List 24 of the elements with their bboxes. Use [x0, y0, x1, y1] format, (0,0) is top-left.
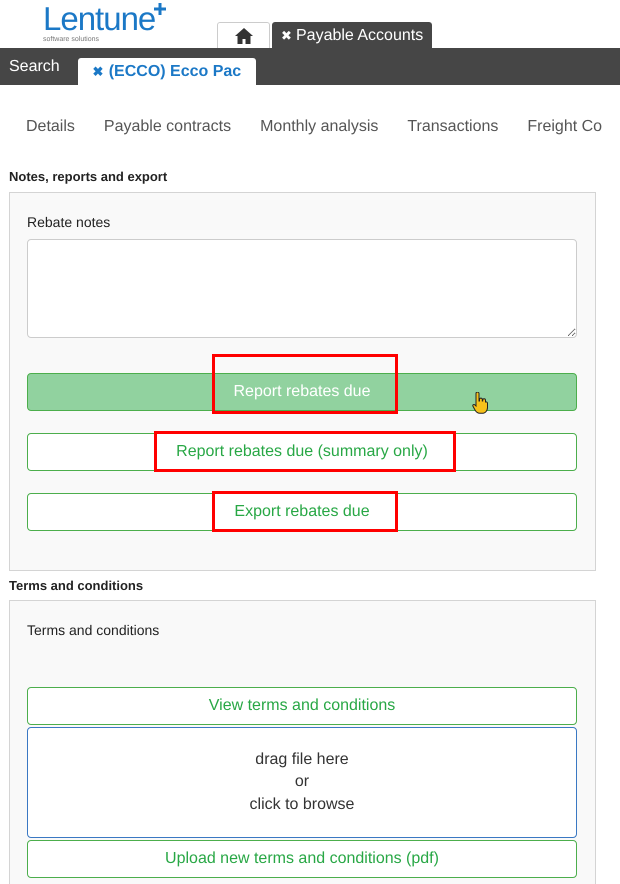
nav-link[interactable]: Monthly analysis	[260, 115, 378, 167]
drop-zone-text: drag file here	[255, 750, 349, 770]
section-heading: Terms and conditions	[9, 576, 144, 594]
home-tab[interactable]	[217, 22, 270, 48]
plus-icon	[154, 3, 166, 15]
close-icon[interactable]: ✖	[92, 62, 104, 82]
field-label: Rebate notes	[27, 212, 112, 232]
nav-link[interactable]: Freight Co	[527, 115, 602, 167]
notes-field[interactable]	[27, 238, 577, 338]
field-label: Terms and conditions	[27, 621, 160, 640]
section-heading: Notes, reports and export	[9, 168, 168, 186]
home-icon	[234, 28, 252, 44]
drop-zone-text: click to browse	[250, 794, 354, 815]
close-icon[interactable]: ✖	[281, 26, 292, 46]
drop-zone[interactable]: drag file here or click to browse	[27, 727, 577, 838]
logo-text: Lentune	[43, 2, 156, 35]
nav-link[interactable]: Transactions	[407, 115, 498, 167]
record-tab[interactable]: ✖ (ECCO) Ecco Pac	[78, 58, 256, 85]
nav-link[interactable]: Payable contracts	[104, 115, 232, 167]
app-tab[interactable]: ✖ Payable Accounts	[272, 22, 432, 48]
search-tab[interactable]: Search	[0, 54, 69, 78]
hand-cursor-icon	[472, 392, 488, 414]
nav-link[interactable]: Details	[26, 115, 75, 167]
drop-zone-text: or	[294, 772, 310, 792]
